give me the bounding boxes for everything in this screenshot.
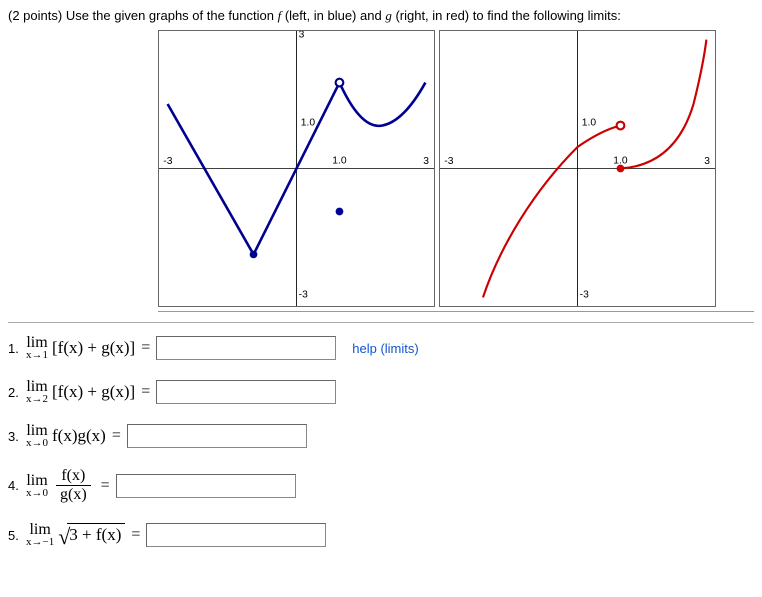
q5-limit: lim x→−1 bbox=[26, 522, 54, 548]
question-5: 5. lim x→−1 √ 3 + f(x) = bbox=[8, 522, 754, 548]
q4-limit: lim x→0 bbox=[26, 473, 48, 499]
q1-body: [f(x) + g(x)] bbox=[52, 338, 135, 358]
q4-fraction: f(x) g(x) bbox=[56, 467, 91, 504]
points-label: (2 points) bbox=[8, 8, 62, 23]
graph-f: 1.0 1.0 -3 -3 3 3 bbox=[158, 30, 435, 307]
q2-answer-input[interactable] bbox=[156, 380, 336, 404]
q2-num: 2. bbox=[8, 385, 26, 400]
q2-body: [f(x) + g(x)] bbox=[52, 382, 135, 402]
q4-num: 4. bbox=[8, 478, 26, 493]
svg-text:1.0: 1.0 bbox=[332, 155, 347, 166]
q3-answer-input[interactable] bbox=[127, 424, 307, 448]
graph-g: 1.0 1.0 -3 -3 3 bbox=[439, 30, 716, 307]
prompt-mid2: (right, in red) to find the following li… bbox=[395, 8, 620, 23]
svg-text:-3: -3 bbox=[444, 156, 453, 167]
func-g: g bbox=[385, 8, 392, 23]
func-f: f bbox=[278, 8, 282, 23]
prompt-mid1: (left, in blue) and bbox=[285, 8, 382, 23]
question-2: 2. lim x→2 [f(x) + g(x)] = bbox=[8, 379, 754, 405]
svg-text:1.0: 1.0 bbox=[582, 118, 597, 129]
svg-text:-3: -3 bbox=[299, 289, 308, 300]
question-1: 1. lim x→1 [f(x) + g(x)] = help (limits) bbox=[8, 335, 754, 361]
q3-body: f(x)g(x) bbox=[52, 426, 106, 446]
q4-answer-input[interactable] bbox=[116, 474, 296, 498]
q5-answer-input[interactable] bbox=[146, 523, 326, 547]
q1-num: 1. bbox=[8, 341, 26, 356]
q1-limit: lim x→1 bbox=[26, 335, 48, 361]
svg-text:3: 3 bbox=[299, 30, 305, 40]
svg-text:3: 3 bbox=[423, 156, 429, 167]
svg-text:3: 3 bbox=[704, 156, 710, 167]
graphs-container: 1.0 1.0 -3 -3 3 3 1.0 1.0 -3 -3 3 bbox=[158, 30, 754, 312]
q2-limit: lim x→2 bbox=[26, 379, 48, 405]
q3-num: 3. bbox=[8, 429, 26, 444]
prompt-lead: Use the given graphs of the function bbox=[66, 8, 274, 23]
divider bbox=[8, 322, 754, 323]
q5-num: 5. bbox=[8, 528, 26, 543]
svg-text:-3: -3 bbox=[580, 289, 589, 300]
help-link[interactable]: help (limits) bbox=[352, 341, 418, 356]
q1-answer-input[interactable] bbox=[156, 336, 336, 360]
q5-sqrt: √ 3 + f(x) bbox=[58, 523, 125, 546]
question-4: 4. lim x→0 f(x) g(x) = bbox=[8, 467, 754, 504]
svg-text:-3: -3 bbox=[163, 156, 172, 167]
svg-text:1.0: 1.0 bbox=[301, 118, 316, 129]
question-3: 3. lim x→0 f(x)g(x) = bbox=[8, 423, 754, 449]
problem-prompt: (2 points) Use the given graphs of the f… bbox=[8, 8, 754, 24]
q3-limit: lim x→0 bbox=[26, 423, 48, 449]
